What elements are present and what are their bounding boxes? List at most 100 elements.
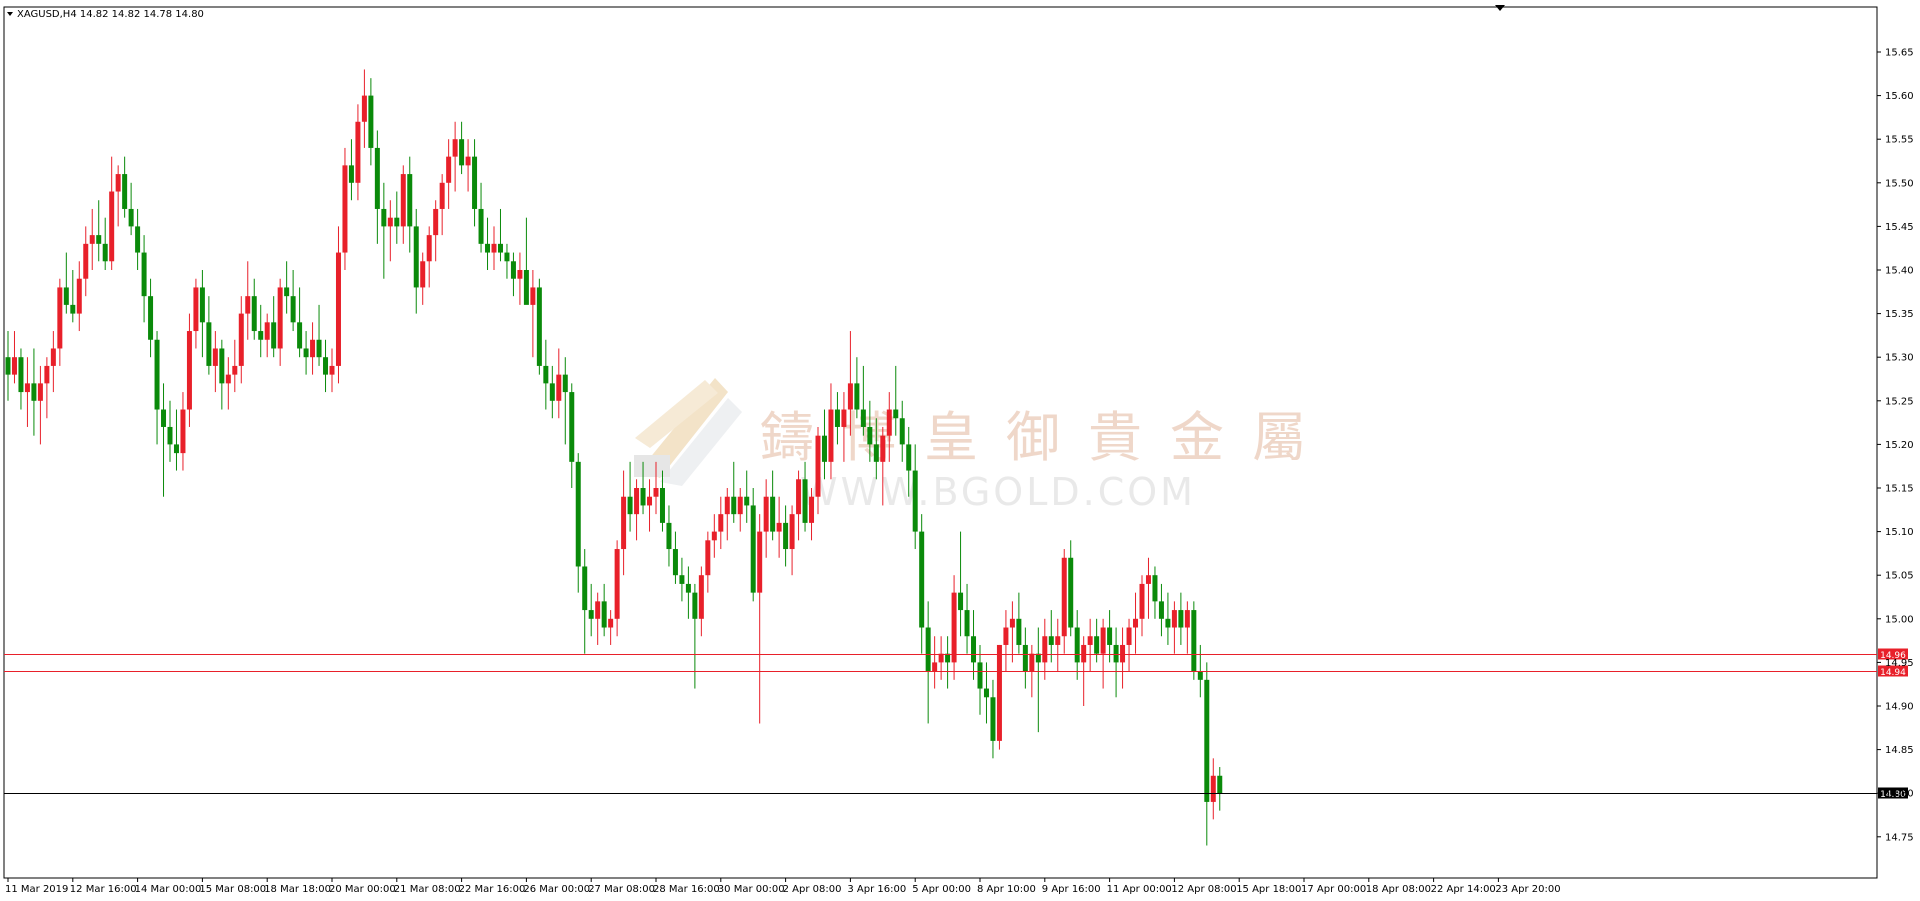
candle: [1126, 618, 1132, 672]
candle: [109, 156, 115, 270]
candle: [472, 139, 478, 227]
candle-body: [135, 226, 141, 253]
candle: [530, 270, 536, 358]
candle: [1074, 610, 1080, 680]
time-tick-label: 9 Apr 16:00: [1042, 884, 1101, 895]
price-tick-label: 15.35: [1885, 309, 1914, 320]
candle-body: [1133, 618, 1139, 628]
candle: [1055, 618, 1061, 672]
candle-body: [439, 182, 445, 209]
candle: [37, 365, 43, 445]
candle: [731, 461, 737, 523]
candle: [50, 331, 56, 393]
candle-body: [971, 636, 977, 663]
candle: [945, 636, 951, 689]
candle-body: [1171, 610, 1177, 628]
candle-body: [277, 287, 283, 349]
candle-body: [128, 208, 134, 227]
candle-body: [990, 697, 996, 741]
candle-body: [543, 365, 549, 384]
candle-body: [796, 479, 802, 515]
candle-body: [407, 174, 413, 227]
candle-body: [595, 601, 601, 619]
candle: [374, 130, 380, 244]
candle: [1171, 601, 1177, 654]
candle-body: [245, 296, 251, 314]
candle: [854, 357, 860, 419]
candle: [1100, 618, 1106, 689]
candle: [575, 453, 581, 593]
candle: [277, 278, 283, 366]
candle-body: [31, 383, 37, 401]
candle-body: [614, 549, 620, 619]
candle: [510, 252, 516, 297]
candle-body: [1055, 636, 1061, 645]
candle-body: [76, 278, 82, 314]
chart-window[interactable]: 鑄博皇御貴金屬 WWW.BGOLD.COM XAGUSD,H4 14.82 14…: [0, 0, 1920, 901]
candle-body: [122, 174, 128, 209]
candle-body: [1003, 627, 1009, 645]
candle-body: [737, 496, 743, 515]
candle-body: [219, 348, 225, 384]
candle: [122, 156, 128, 218]
candle: [355, 104, 361, 201]
candle: [258, 304, 264, 358]
candle: [161, 383, 167, 497]
candle-body: [925, 627, 931, 672]
candle: [1113, 627, 1119, 698]
time-axis: 11 Mar 2019 12 Mar 16:0014 Mar 00:0015 Ma…: [5, 878, 1561, 895]
candle-body: [536, 287, 542, 366]
candle-body: [24, 383, 30, 393]
chart-shift-marker-icon[interactable]: [1495, 5, 1505, 11]
candle: [264, 313, 270, 358]
candle-body: [361, 95, 367, 122]
candle: [614, 540, 620, 637]
time-tick-label: 2 Apr 08:00: [783, 884, 842, 895]
candle: [958, 531, 964, 637]
candle-body: [744, 496, 750, 506]
candle-body: [893, 409, 899, 419]
candle: [251, 278, 257, 340]
candle: [1009, 601, 1015, 663]
candle-body: [906, 444, 912, 471]
candle-body: [834, 409, 840, 427]
candle-body: [530, 287, 536, 305]
candle-body: [634, 488, 640, 515]
candle-body: [1042, 636, 1048, 663]
candle-body: [303, 348, 309, 358]
candle-body: [5, 357, 11, 375]
candle-body: [977, 662, 983, 689]
candle-body: [310, 339, 316, 358]
candle: [1003, 610, 1009, 672]
candle: [1191, 601, 1197, 680]
candle: [860, 365, 866, 436]
price-tick-label: 15.00: [1885, 614, 1914, 625]
symbol-ohlc-label: XAGUSD,H4 14.82 14.82 14.78 14.80: [17, 9, 204, 20]
candle-body: [802, 479, 808, 523]
candle: [148, 278, 154, 358]
time-tick-label: 22 Mar 16:00: [459, 884, 526, 895]
candle-body: [692, 592, 698, 619]
candle-body: [964, 610, 970, 637]
candle-body: [141, 252, 147, 297]
candle: [705, 531, 711, 593]
time-tick-label: 27 Mar 08:00: [588, 884, 655, 895]
candle-body: [672, 549, 678, 576]
candle: [5, 331, 11, 401]
candle-body: [556, 374, 562, 401]
candle-body: [809, 496, 815, 523]
gold-bars-logo-icon: [634, 378, 742, 486]
candle-body: [63, 287, 69, 305]
price-chart[interactable]: 鑄博皇御貴金屬 WWW.BGOLD.COM XAGUSD,H4 14.82 14…: [0, 0, 1920, 901]
candle: [517, 252, 523, 305]
candle: [932, 636, 938, 689]
candle-body: [724, 496, 730, 515]
candle-body: [996, 644, 1002, 741]
candle: [290, 270, 296, 332]
candle-body: [348, 165, 354, 183]
candle: [1152, 566, 1158, 619]
candle: [1210, 758, 1216, 820]
triangle-down-icon[interactable]: [7, 12, 13, 16]
candle: [446, 139, 452, 209]
candle-body: [653, 488, 659, 497]
